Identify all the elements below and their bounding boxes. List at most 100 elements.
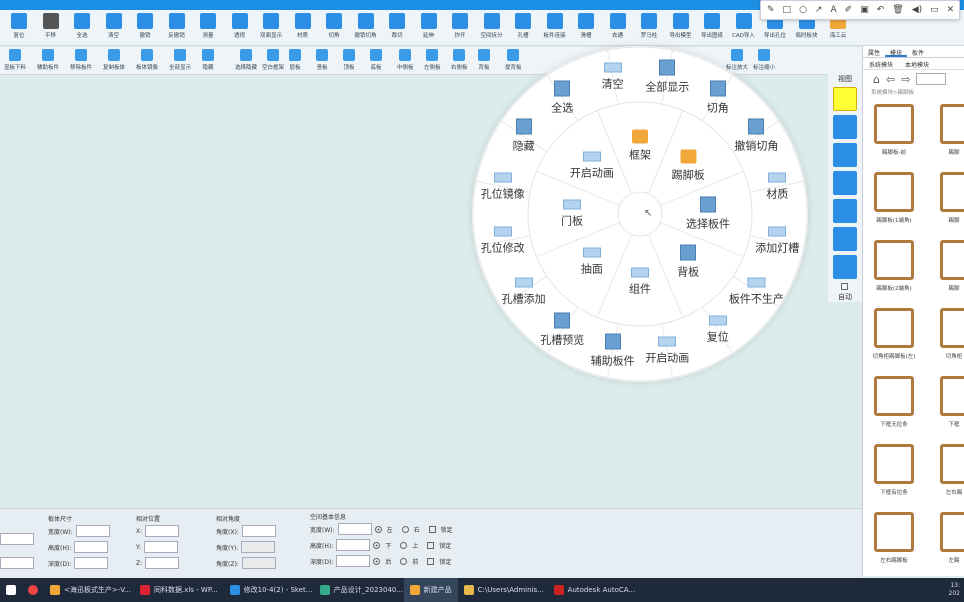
height-input[interactable]: [74, 541, 109, 553]
view-cube-button[interactable]: [833, 227, 857, 251]
toolbar2-button[interactable]: 中侧板: [397, 49, 414, 71]
view-cube-button[interactable]: [833, 255, 857, 279]
taskbar-app[interactable]: 新建产品: [403, 578, 458, 602]
module-card[interactable]: 踢脚板-前: [869, 98, 919, 162]
radial-menu-item[interactable]: 辅助板件: [591, 333, 635, 369]
radial-menu-item[interactable]: 孔位修改: [481, 226, 525, 256]
taskbar-app[interactable]: 同科数据.xls - WP...: [134, 578, 224, 602]
right-panel-tab[interactable]: 属性: [863, 46, 885, 57]
left-cut-field-2[interactable]: [0, 557, 34, 569]
width-input[interactable]: [75, 525, 110, 537]
radial-menu-item[interactable]: 全部显示: [645, 59, 689, 94]
toolbar2-button[interactable]: 显板下料: [4, 49, 26, 71]
float-tool-icon[interactable]: ◀): [912, 5, 922, 15]
toolbar-button[interactable]: 全选: [67, 13, 97, 39]
toolbar2-button[interactable]: 左侧板: [424, 49, 441, 71]
module-card[interactable]: 踢脚: [929, 166, 964, 230]
float-tool-icon[interactable]: ▭: [930, 5, 939, 15]
toolbar2-button[interactable]: 全部显示: [169, 49, 191, 71]
toolbar2-button[interactable]: 隐藏: [202, 49, 214, 71]
toolbar2-button[interactable]: 板体镜像: [136, 49, 158, 71]
toolbar2-button[interactable]: 底板: [370, 49, 382, 71]
toolbar2-button[interactable]: 复制板体: [103, 49, 125, 71]
taskbar-app[interactable]: 产品设计_2023040...: [314, 578, 404, 602]
toolbar-button[interactable]: 撤销切角: [351, 13, 381, 39]
toolbar-button[interactable]: 材质: [288, 13, 318, 39]
float-tool-icon[interactable]: ✕: [947, 5, 955, 15]
toolbar-button[interactable]: 空间拆分: [477, 13, 507, 39]
toolbar-button[interactable]: 孔槽: [508, 13, 538, 39]
left-radio[interactable]: [374, 525, 382, 533]
back-arrow-icon[interactable]: ⇦: [886, 73, 895, 86]
radial-menu-item[interactable]: 撤销切角: [734, 118, 778, 154]
toolbar-button[interactable]: 延伸: [414, 13, 444, 39]
radial-menu-item[interactable]: 切角: [707, 80, 729, 115]
left-cut-field[interactable]: [0, 533, 34, 545]
radial-menu-item[interactable]: 孔槽预览: [540, 312, 584, 348]
right-panel-tab[interactable]: 板件: [907, 46, 929, 57]
toolbar-button[interactable]: 双面显示: [256, 13, 286, 39]
view-cube-button[interactable]: [833, 143, 857, 167]
radial-menu-item[interactable]: 复位: [707, 315, 729, 345]
toolbar2-button[interactable]: 选择隐藏: [235, 49, 257, 71]
module-card[interactable]: 切角柜踢脚板(左): [869, 302, 919, 366]
float-tool-icon[interactable]: ▣: [860, 5, 869, 15]
toolbar2-button[interactable]: 竖板: [316, 49, 328, 71]
float-tool-icon[interactable]: ↶: [877, 5, 885, 15]
space-height-input[interactable]: [336, 539, 371, 551]
toolbar2-button[interactable]: 右侧板: [451, 49, 468, 71]
radial-menu-item[interactable]: 孔位镜像: [481, 172, 525, 201]
toolbar-button[interactable]: 切角: [319, 13, 349, 39]
module-card[interactable]: 切角柜: [929, 302, 964, 366]
module-card[interactable]: 左右踢脚板: [869, 506, 919, 570]
radial-menu-item[interactable]: 框架: [629, 129, 651, 163]
module-card[interactable]: 左踢: [929, 506, 964, 570]
angle-z-input[interactable]: [241, 557, 276, 569]
radial-menu-item[interactable]: 门板: [561, 199, 583, 229]
float-tool-icon[interactable]: ↗: [815, 5, 823, 15]
up-radio[interactable]: [400, 541, 408, 549]
module-card[interactable]: 踢脚板(2端角): [869, 234, 919, 298]
radial-menu-item[interactable]: 板件不生产: [729, 277, 784, 306]
lock-height-checkbox[interactable]: [427, 541, 435, 549]
toolbar-button[interactable]: 测量: [193, 13, 223, 39]
toolbar2-button[interactable]: 空白框架: [262, 49, 284, 71]
module-card[interactable]: 踢脚板(1端角): [869, 166, 919, 230]
taskbar-app[interactable]: <海迅板式生产>-V...: [44, 578, 134, 602]
lock-depth-checkbox[interactable]: [427, 557, 435, 565]
toolbar-button[interactable]: 撤销: [130, 13, 160, 39]
module-search-input[interactable]: [916, 73, 947, 85]
chrome-button[interactable]: [22, 578, 44, 602]
toolbar2-button[interactable]: 顶板: [343, 49, 355, 71]
radial-menu-item[interactable]: 踢脚板: [672, 149, 705, 182]
right-panel-subtab[interactable]: 本地模块: [899, 58, 935, 69]
radial-menu-item[interactable]: 材质: [766, 172, 788, 201]
y-input[interactable]: [143, 541, 178, 553]
radial-menu-item[interactable]: 全选: [551, 80, 573, 115]
taskbar-app[interactable]: 修改10-4(2) - Sket...: [224, 578, 314, 602]
front-radio[interactable]: [400, 557, 408, 565]
radial-menu-item[interactable]: 背板: [677, 244, 699, 280]
space-width-input[interactable]: [337, 523, 372, 535]
toolbar-button[interactable]: 罗马柱: [634, 13, 664, 39]
module-card[interactable]: 下框: [929, 370, 964, 434]
module-card[interactable]: 下框无拉条: [869, 370, 919, 434]
toolbar-button[interactable]: 平移: [36, 13, 66, 39]
view-cube-button[interactable]: [833, 199, 857, 223]
radial-menu-item[interactable]: 抽面: [581, 247, 603, 277]
radial-menu-item[interactable]: 添加灯槽: [755, 226, 799, 256]
lock-width-checkbox[interactable]: [428, 525, 436, 533]
space-depth-input[interactable]: [336, 555, 371, 567]
radial-menu-item[interactable]: 开启动画: [570, 151, 614, 180]
toolbar-button[interactable]: 清空: [99, 13, 129, 39]
module-card[interactable]: 下框有拉条: [869, 438, 919, 502]
radial-menu-item[interactable]: 隐藏: [513, 118, 535, 154]
right-radio[interactable]: [401, 525, 409, 533]
toolbar-button[interactable]: 板件连接: [540, 13, 570, 39]
toolbar-button[interactable]: 滑槽: [571, 13, 601, 39]
back-radio[interactable]: [373, 557, 381, 565]
radial-menu-item[interactable]: 选择板件: [686, 196, 730, 232]
start-button[interactable]: [0, 578, 22, 602]
right-panel-subtab[interactable]: 系统模块: [863, 58, 899, 69]
radial-menu-item[interactable]: 孔槽添加: [502, 277, 546, 306]
